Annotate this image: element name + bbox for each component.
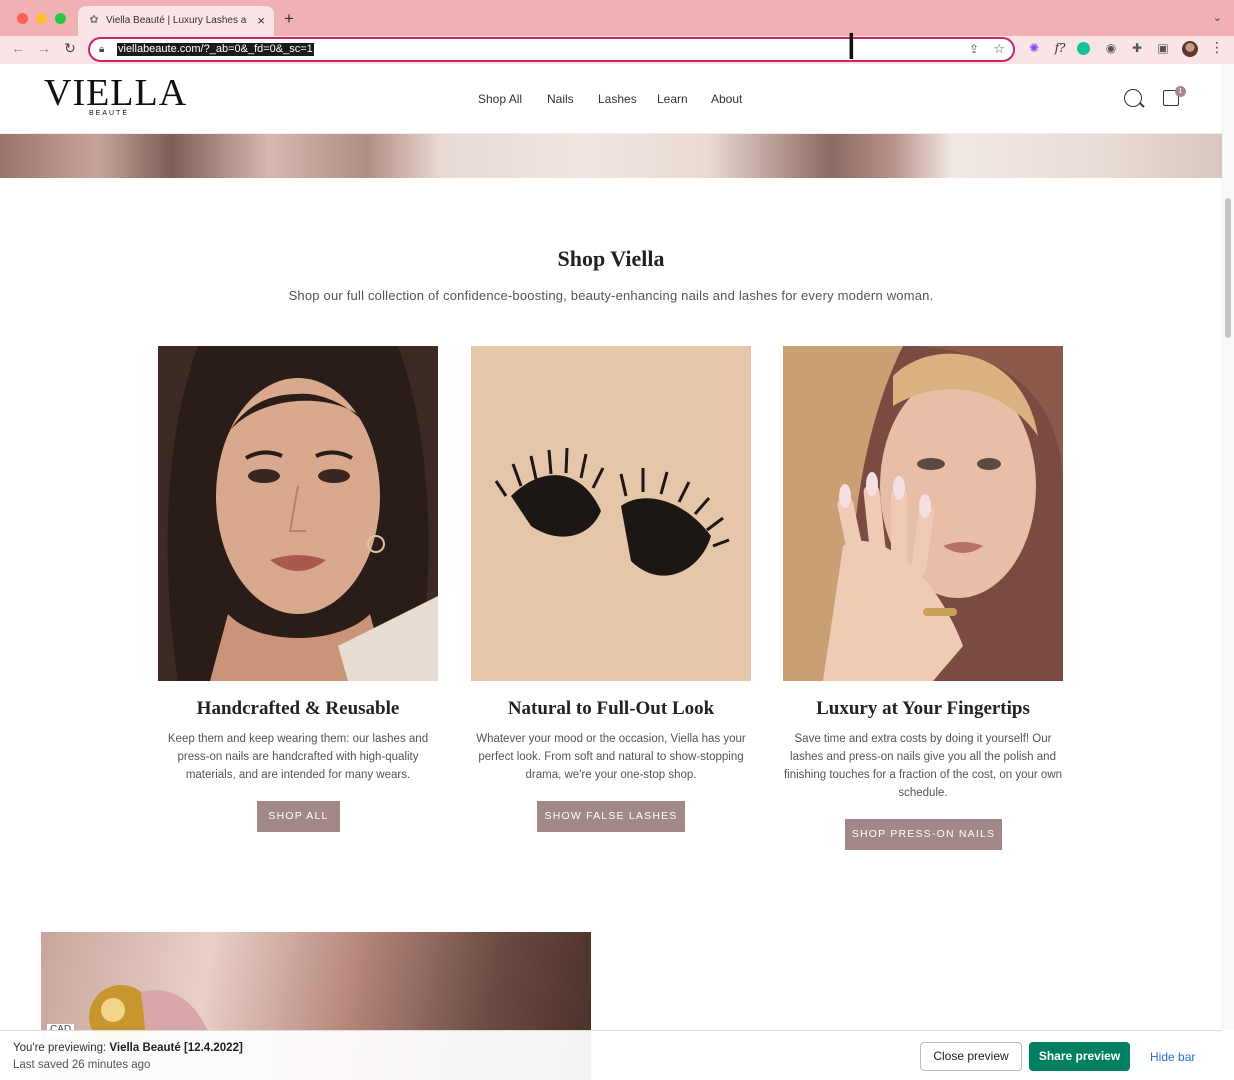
window-zoom-control[interactable] [55, 13, 66, 24]
grammarly-extension-icon[interactable] [1077, 42, 1090, 55]
close-preview-button[interactable]: Close preview [920, 1042, 1022, 1071]
card-heading: Natural to Full-Out Look [507, 698, 715, 719]
profile-avatar[interactable] [1182, 41, 1198, 57]
new-tab-button[interactable]: + [284, 9, 294, 29]
lock-icon: 🔒︎ [99, 44, 105, 55]
hero-image [0, 134, 1222, 178]
shop-press-on-nails-button[interactable]: SHOP PRESS-ON NAILS [845, 819, 1002, 850]
puzzle-extensions-icon[interactable]: ✚ [1129, 41, 1145, 55]
card-heading: Luxury at Your Fingertips [816, 698, 1030, 719]
nav-learn[interactable]: Learn [657, 92, 688, 106]
nav-lashes[interactable]: Lashes [598, 92, 637, 106]
last-saved-text: Last saved 26 minutes ago [13, 1059, 151, 1071]
reload-icon[interactable]: ↻ [60, 40, 80, 57]
theme-preview-bar: You're previewing: Viella Beauté [12.4.2… [0, 1030, 1222, 1080]
site-header: VIELLA BEAUTÉ Shop All Nails Lashes Lear… [0, 64, 1222, 134]
cart-count-badge: 1 [1175, 86, 1186, 97]
section-subtitle: Shop our full collection of confidence-b… [288, 288, 934, 303]
card-description: Keep them and keep wearing them: our las… [167, 733, 429, 781]
nav-nails[interactable]: Nails [547, 92, 574, 106]
window-minimize-control[interactable] [36, 13, 47, 24]
preview-prefix: You're previewing: [13, 1042, 107, 1054]
preview-theme-name: Viella Beauté [12.4.2022] [109, 1042, 243, 1054]
extension-sparkle-icon[interactable]: ✺ [1026, 41, 1042, 55]
browser-tabbar: ✿ Viella Beauté | Luxury Lashes a × + ⌄ [0, 0, 1234, 36]
card-description: Whatever your mood or the occasion, Viel… [476, 733, 746, 781]
viella-logo[interactable]: VIELLA BEAUTÉ [44, 72, 188, 117]
bookmark-star-icon[interactable]: ☆ [993, 41, 1005, 57]
tab-title: Viella Beauté | Luxury Lashes a [106, 15, 247, 26]
false-lashes-image[interactable] [471, 346, 751, 681]
text-cursor-icon: I [846, 27, 857, 68]
site-favicon-icon: ✿ [89, 14, 99, 26]
side-panel-icon[interactable]: ▣ [1155, 41, 1171, 55]
share-icon[interactable]: ⇪ [969, 42, 979, 56]
browser-toolbar: ← → ↻ 🔒︎ viellabeaute.com/?_ab=0&_fd=0&_… [0, 36, 1234, 64]
address-bar[interactable]: 🔒︎ viellabeaute.com/?_ab=0&_fd=0&_sc=1 ⇪… [88, 37, 1015, 62]
extension-function-icon[interactable]: f? [1052, 41, 1068, 55]
preview-theme-line: You're previewing: Viella Beauté [12.4.2… [13, 1042, 243, 1054]
back-arrow-icon[interactable]: ← [8, 40, 28, 56]
tab-search-chevron-icon[interactable]: ⌄ [1213, 11, 1222, 24]
logo-wordmark: VIELLA [44, 72, 188, 114]
card-heading: Handcrafted & Reusable [196, 698, 400, 719]
search-icon[interactable] [1124, 89, 1142, 107]
press-on-nails-model-image[interactable] [783, 346, 1063, 681]
forward-arrow-icon[interactable]: → [34, 40, 54, 56]
window-close-control[interactable] [17, 13, 28, 24]
nav-about[interactable]: About [711, 92, 742, 106]
browser-tab[interactable]: ✿ Viella Beauté | Luxury Lashes a × [78, 6, 274, 36]
browser-menu-icon[interactable]: ⋮ [1210, 39, 1224, 56]
model-portrait-image[interactable] [158, 346, 438, 681]
section-title: Shop Viella [557, 246, 665, 271]
url-text[interactable]: viellabeaute.com/?_ab=0&_fd=0&_sc=1 [117, 43, 314, 56]
card-description: Save time and extra costs by doing it yo… [783, 733, 1063, 799]
hide-bar-link[interactable]: Hide bar [1150, 1050, 1195, 1064]
show-false-lashes-button[interactable]: SHOW FALSE LASHES [537, 801, 685, 832]
close-tab-icon[interactable]: × [257, 13, 265, 28]
nav-shop-all[interactable]: Shop All [478, 92, 522, 106]
page-scrollbar-thumb[interactable] [1225, 198, 1231, 338]
share-preview-button[interactable]: Share preview [1029, 1042, 1130, 1071]
camera-extension-icon[interactable]: ◉ [1103, 41, 1119, 55]
shop-all-button[interactable]: SHOP ALL [257, 801, 340, 832]
